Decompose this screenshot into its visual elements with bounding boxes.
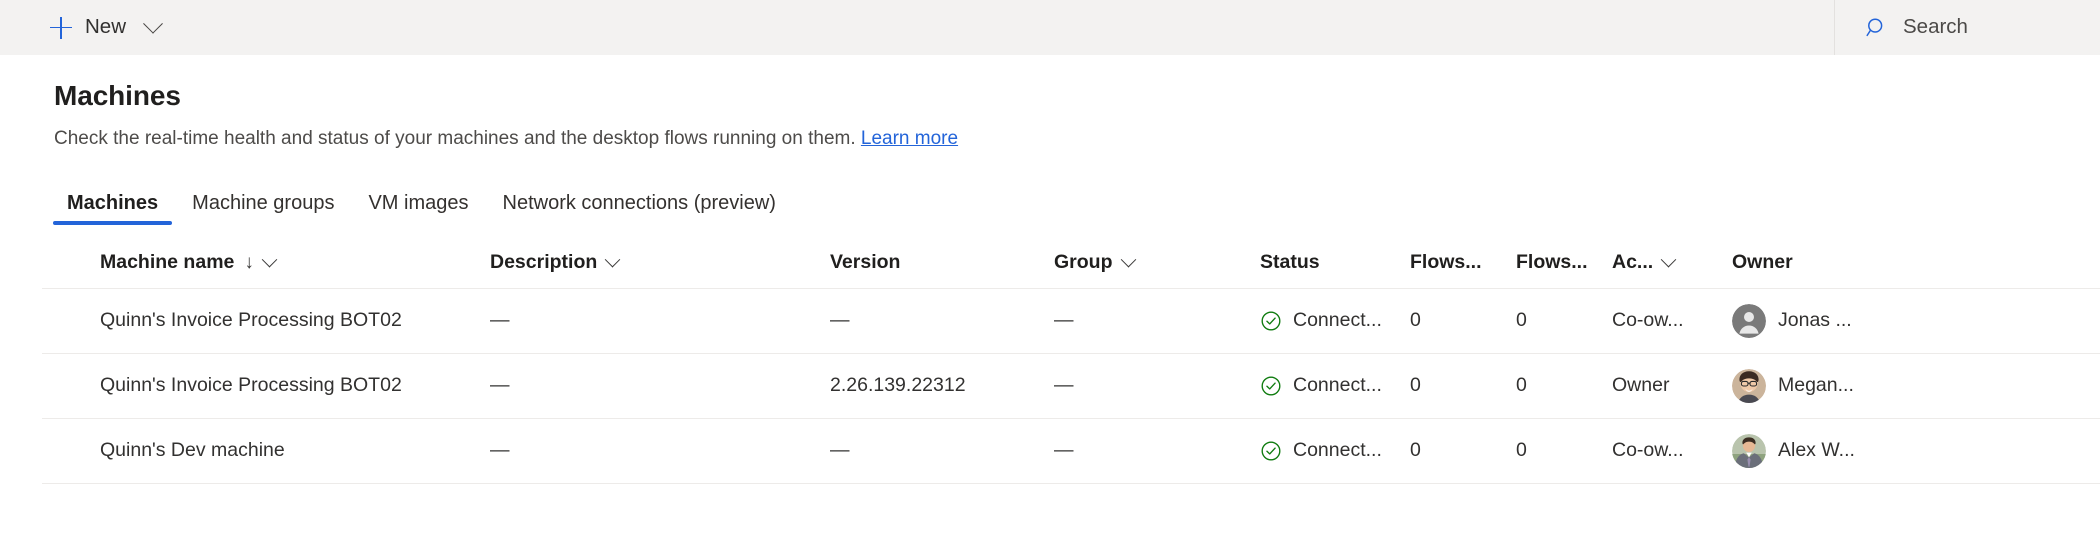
column-header-status[interactable]: Status — [1260, 251, 1410, 274]
column-header-owner-label: Owner — [1732, 251, 1793, 274]
page-subtitle: Check the real-time health and status of… — [54, 128, 2100, 151]
search-placeholder-text: Search — [1903, 17, 1968, 38]
command-bar-left-group: New — [0, 0, 160, 55]
cell-access: Co-ow... — [1612, 439, 1732, 462]
search-input[interactable]: Search — [1834, 0, 2100, 55]
cell-description: — — [490, 439, 830, 462]
cell-group: — — [1054, 374, 1260, 397]
chevron-down-icon[interactable] — [1661, 251, 1677, 267]
check-circle-icon — [1260, 440, 1282, 462]
column-header-status-label: Status — [1260, 251, 1320, 274]
tab-machine-groups[interactable]: Machine groups — [175, 193, 351, 225]
new-button[interactable]: New — [44, 0, 132, 55]
column-header-machine-name[interactable]: Machine name ↓ — [42, 251, 490, 274]
table-body: Quinn's Invoice Processing BOT02 — — — C… — [0, 289, 2100, 484]
column-header-group[interactable]: Group — [1054, 251, 1260, 274]
page-header: Machines Check the real-time health and … — [0, 81, 2100, 151]
cell-machine-name[interactable]: Quinn's Invoice Processing BOT02 — [42, 309, 490, 332]
cell-flows-running: 0 — [1410, 309, 1516, 332]
tab-list: Machines Machine groups VM images Networ… — [0, 181, 2100, 225]
column-header-version-label: Version — [830, 251, 900, 274]
new-button-label: New — [85, 17, 126, 38]
tab-machines[interactable]: Machines — [50, 193, 175, 225]
chevron-down-icon[interactable] — [143, 13, 163, 33]
chevron-down-icon[interactable] — [262, 251, 278, 267]
learn-more-link[interactable]: Learn more — [861, 128, 958, 149]
cell-description: — — [490, 309, 830, 332]
cell-machine-name[interactable]: Quinn's Dev machine — [42, 439, 490, 462]
plus-icon — [50, 17, 72, 39]
cell-version: — — [830, 439, 1054, 462]
avatar — [1732, 369, 1766, 403]
page-title: Machines — [54, 81, 2100, 112]
avatar — [1732, 304, 1766, 338]
table-header-row: Machine name ↓ Description Version Group… — [42, 237, 2100, 289]
cell-owner: Megan... — [1732, 369, 1932, 403]
chevron-down-icon[interactable] — [605, 251, 621, 267]
owner-name: Alex W... — [1778, 439, 1855, 462]
status-text: Connect... — [1293, 439, 1382, 462]
column-header-flows-queued[interactable]: Flows... — [1516, 251, 1612, 274]
check-circle-icon — [1260, 310, 1282, 332]
table-row[interactable]: Quinn's Invoice Processing BOT02 — 2.26.… — [42, 354, 2100, 419]
chevron-down-icon[interactable] — [1120, 251, 1136, 267]
cell-owner: Jonas ... — [1732, 304, 1932, 338]
page-subtitle-text: Check the real-time health and status of… — [54, 128, 856, 149]
tab-network-connections[interactable]: Network connections (preview) — [486, 193, 793, 225]
cell-flows-running: 0 — [1410, 439, 1516, 462]
cell-owner: Alex W... — [1732, 434, 1932, 468]
column-header-machine-name-label: Machine name — [100, 251, 234, 274]
cell-description: — — [490, 374, 830, 397]
tab-vm-images[interactable]: VM images — [351, 193, 485, 225]
column-header-owner[interactable]: Owner — [1732, 251, 1932, 274]
cell-access: Owner — [1612, 374, 1732, 397]
column-header-description-label: Description — [490, 251, 597, 274]
cell-status: Connect... — [1260, 309, 1410, 332]
column-header-flows-running[interactable]: Flows... — [1410, 251, 1516, 274]
cell-flows-queued: 0 — [1516, 374, 1612, 397]
column-header-group-label: Group — [1054, 251, 1113, 274]
cell-group: — — [1054, 439, 1260, 462]
cell-access: Co-ow... — [1612, 309, 1732, 332]
sort-ascending-arrow-icon: ↓ — [244, 253, 254, 272]
table-row[interactable]: Quinn's Invoice Processing BOT02 — — — C… — [42, 289, 2100, 354]
table-row[interactable]: Quinn's Dev machine — — — Connect... 0 0… — [42, 419, 2100, 484]
cell-group: — — [1054, 309, 1260, 332]
status-text: Connect... — [1293, 374, 1382, 397]
avatar — [1732, 434, 1766, 468]
status-text: Connect... — [1293, 309, 1382, 332]
check-circle-icon — [1260, 375, 1282, 397]
column-header-access-label: Ac... — [1612, 251, 1653, 274]
cell-flows-queued: 0 — [1516, 439, 1612, 462]
column-header-flows-queued-label: Flows... — [1516, 251, 1588, 274]
column-header-flows-running-label: Flows... — [1410, 251, 1482, 274]
command-bar: New Search — [0, 0, 2100, 55]
column-header-version[interactable]: Version — [830, 251, 1054, 274]
cell-status: Connect... — [1260, 439, 1410, 462]
cell-version: 2.26.139.22312 — [830, 374, 1054, 397]
column-header-access[interactable]: Ac... — [1612, 251, 1732, 274]
cell-flows-queued: 0 — [1516, 309, 1612, 332]
search-icon — [1865, 16, 1889, 40]
owner-name: Megan... — [1778, 374, 1854, 397]
column-header-description[interactable]: Description — [490, 251, 830, 274]
owner-name: Jonas ... — [1778, 309, 1852, 332]
cell-machine-name[interactable]: Quinn's Invoice Processing BOT02 — [42, 374, 490, 397]
cell-status: Connect... — [1260, 374, 1410, 397]
machines-table: Machine name ↓ Description Version Group… — [0, 237, 2100, 484]
cell-version: — — [830, 309, 1054, 332]
cell-flows-running: 0 — [1410, 374, 1516, 397]
